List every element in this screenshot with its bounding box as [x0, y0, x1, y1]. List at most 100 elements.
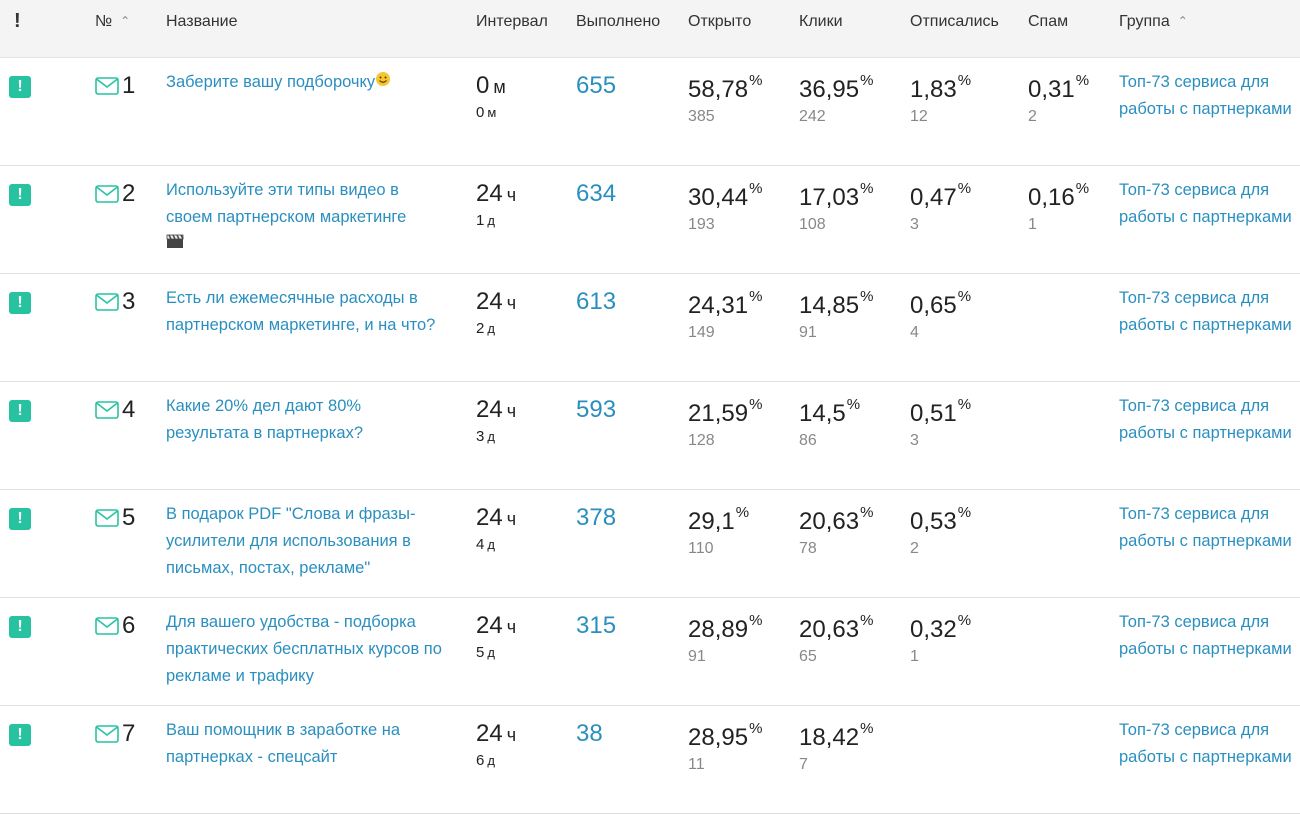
email-title-link[interactable]: Заберите вашу подборочку [166, 69, 448, 96]
warning-badge-icon[interactable]: ! [9, 292, 31, 314]
group-link[interactable]: Топ-73 сервиса для работы с партнерками [1119, 501, 1294, 555]
table-row[interactable]: ! 2 Используйте эти типы видео в своем пар… [0, 166, 1300, 274]
email-title-text: Ваш помощник в заработке на партнерках -… [166, 721, 401, 766]
interval-cell: 24 ч 6 д [476, 720, 516, 769]
email-title-link[interactable]: Ваш помощник в заработке на партнерках -… [166, 717, 448, 771]
spam-column-header[interactable]: Спам [1028, 13, 1068, 31]
group-link[interactable]: Топ-73 сервиса для работы с партнерками [1119, 69, 1294, 123]
unsub-percent: 0,32 [910, 616, 957, 643]
group-column-header[interactable]: Группа ⌃ [1119, 13, 1188, 31]
opened-count: 91 [688, 648, 706, 665]
opened-count: 149 [688, 324, 715, 341]
unsub-cell: 0,65% 4 [910, 288, 971, 342]
name-column-header[interactable]: Название [166, 13, 238, 31]
row-number: 5 [95, 504, 135, 532]
spam-cell: 0,31% 2 [1028, 72, 1089, 126]
percent-sign: % [860, 612, 874, 629]
row-number-value: 2 [122, 180, 136, 207]
row-number: 3 [95, 288, 135, 316]
clicks-column-header[interactable]: Клики [799, 13, 843, 31]
table-row[interactable]: ! 4 Какие 20% дел дают 80% результата в па… [0, 382, 1300, 490]
percent-sign: % [1075, 72, 1090, 89]
unsub-count: 4 [910, 324, 919, 341]
interval-unit: ч [506, 617, 517, 637]
clicks-cell: 17,03% 108 [799, 180, 873, 234]
unsub-count: 3 [910, 432, 919, 449]
email-title-link[interactable]: Какие 20% дел дают 80% результата в парт… [166, 393, 448, 447]
clicks-percent: 20,63 [799, 616, 860, 643]
email-title-text: Заберите вашу подборочку [166, 73, 376, 91]
done-count-link[interactable]: 613 [576, 288, 616, 316]
envelope-icon [95, 293, 119, 311]
interval-total-value: 0 [476, 104, 485, 121]
percent-sign: % [957, 72, 972, 89]
warning-badge-icon[interactable]: ! [9, 724, 31, 746]
table-row[interactable]: ! 5 В подарок PDF "Слова и фразы-усилители… [0, 490, 1300, 598]
opened-percent: 28,95 [688, 724, 749, 751]
done-count-link[interactable]: 634 [576, 180, 616, 208]
table-row[interactable]: ! 7 Ваш помощник в заработке на партнерках… [0, 706, 1300, 814]
email-title-link[interactable]: Используйте эти типы видео в своем партн… [166, 177, 448, 258]
interval-value: 24 [476, 396, 503, 423]
group-link[interactable]: Топ-73 сервиса для работы с партнерками [1119, 285, 1294, 339]
warning-badge-icon[interactable]: ! [9, 76, 31, 98]
sort-up-icon[interactable]: ⌃ [1178, 14, 1188, 28]
interval-total-unit: м [487, 105, 497, 120]
email-title-link[interactable]: Для вашего удобства - подборка практичес… [166, 609, 448, 690]
percent-sign: % [957, 396, 972, 413]
table-row[interactable]: ! 1 Заберите вашу подборочку 0 м 0 м 655 58,78% 3… [0, 58, 1300, 166]
unsub-cell: 0,32% 1 [910, 612, 971, 666]
done-column-header[interactable]: Выполнено [576, 13, 660, 31]
percent-sign: % [860, 180, 874, 197]
interval-value: 24 [476, 612, 503, 639]
email-title-text: Какие 20% дел дают 80% результата в парт… [166, 397, 363, 442]
unsub-cell: 1,83% 12 [910, 72, 971, 126]
done-count-link[interactable]: 655 [576, 72, 616, 100]
opened-percent: 58,78 [688, 76, 749, 103]
warning-badge-icon[interactable]: ! [9, 616, 31, 638]
interval-column-header[interactable]: Интервал [476, 13, 548, 31]
interval-cell: 0м0м [476, 72, 506, 121]
spam-count: 1 [1028, 216, 1037, 233]
warning-badge-icon[interactable]: ! [9, 184, 31, 206]
opened-column-header[interactable]: Открыто [688, 13, 751, 31]
done-count-link[interactable]: 38 [576, 720, 603, 748]
clapper-emoji-icon [166, 234, 184, 248]
envelope-icon [95, 509, 119, 527]
row-number-value: 6 [122, 612, 136, 639]
interval-value: 24 [476, 720, 503, 747]
percent-sign: % [749, 72, 763, 89]
unsub-count: 2 [910, 540, 919, 557]
sort-up-icon[interactable]: ⌃ [120, 14, 130, 28]
group-link[interactable]: Топ-73 сервиса для работы с партнерками [1119, 717, 1294, 771]
interval-cell: 24 ч 1 д [476, 180, 516, 229]
email-title-link[interactable]: Есть ли ежемесячные расходы в партнерско… [166, 285, 448, 339]
status-column-header[interactable]: ! [14, 10, 21, 33]
warning-badge-icon[interactable]: ! [9, 400, 31, 422]
number-column-header[interactable]: № ⌃ [95, 13, 130, 31]
group-link[interactable]: Топ-73 сервиса для работы с партнерками [1119, 393, 1294, 447]
warning-badge-icon[interactable]: ! [9, 508, 31, 530]
interval-total-unit: д [487, 537, 495, 552]
opened-cell: 24,31% 149 [688, 288, 762, 342]
opened-percent: 21,59 [688, 400, 749, 427]
unsub-column-header[interactable]: Отписались [910, 13, 999, 31]
email-title-link[interactable]: В подарок PDF "Слова и фразы-усилители д… [166, 501, 448, 582]
done-count-link[interactable]: 378 [576, 504, 616, 532]
row-number: 4 [95, 396, 135, 424]
interval-value: 24 [476, 180, 503, 207]
table-row[interactable]: ! 6 Для вашего удобства - подборка практич… [0, 598, 1300, 706]
opened-percent: 30,44 [688, 184, 749, 211]
interval-total-unit: д [487, 213, 495, 228]
done-count-link[interactable]: 315 [576, 612, 616, 640]
table-row[interactable]: ! 3 Есть ли ежемесячные расходы в партнерс… [0, 274, 1300, 382]
percent-sign: % [749, 180, 763, 197]
unsub-count: 3 [910, 216, 919, 233]
envelope-icon [95, 77, 119, 95]
clicks-count: 108 [799, 216, 826, 233]
envelope-icon [95, 401, 119, 419]
percent-sign: % [860, 288, 874, 305]
done-count-link[interactable]: 593 [576, 396, 616, 424]
group-link[interactable]: Топ-73 сервиса для работы с партнерками [1119, 177, 1294, 231]
group-link[interactable]: Топ-73 сервиса для работы с партнерками [1119, 609, 1294, 663]
